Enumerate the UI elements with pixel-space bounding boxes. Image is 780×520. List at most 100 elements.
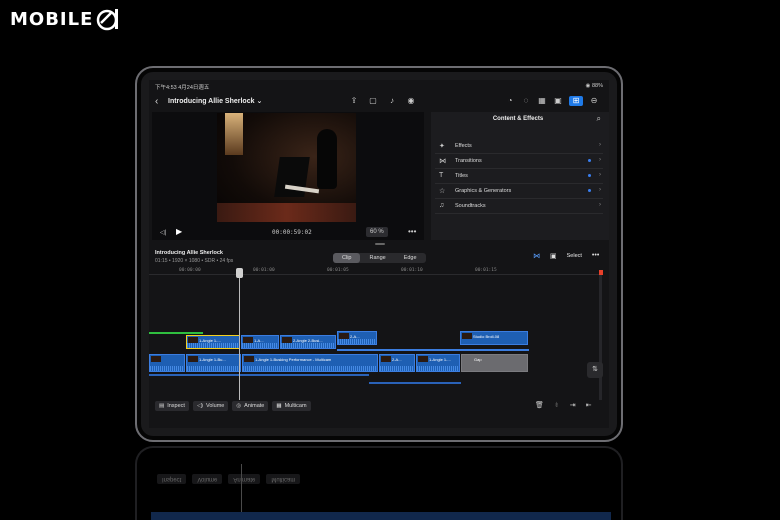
timeline-ruler[interactable]: 00:00:00 00:01:00 00:01:05 00:01:10 00:0… [149, 267, 601, 275]
detach-icon[interactable]: ⇥ [570, 401, 576, 409]
clip-label: 1-Angle 1-Busking Performance - Multicam [255, 357, 332, 362]
clip-gap[interactable]: Gap [461, 354, 528, 372]
multicam-button[interactable]: ▦ Multicam [272, 401, 311, 411]
clip-label: 1-Angle 1-Bu... [199, 357, 226, 362]
browser-icon[interactable]: ▦ [537, 96, 547, 106]
panel-item-transitions[interactable]: ⋈ Transitions › [435, 154, 603, 169]
clip-main-1[interactable]: 1-Angle 1-Bu... [186, 354, 241, 372]
multicam-icon: ▦ [276, 403, 282, 409]
clip-main-0[interactable] [149, 354, 185, 372]
mode-range[interactable]: Range [360, 253, 394, 263]
clip-thumbnail [188, 356, 198, 362]
clip-angle2[interactable]: 2-Angle 2-Busi... [280, 335, 336, 349]
clip-waveform [281, 343, 335, 348]
split-icon[interactable]: ⇟ [554, 401, 560, 409]
clip-thumbnail [418, 356, 428, 362]
logo-text: MOBILE [10, 8, 94, 30]
new-dot [588, 174, 591, 177]
photos-icon[interactable]: ▣ [553, 96, 563, 106]
audio-lane-line [369, 382, 461, 384]
back-icon[interactable]: ‹ [155, 96, 158, 107]
chevron-right-icon: › [599, 187, 601, 193]
chevron-right-icon: › [599, 142, 601, 148]
more-circle-icon[interactable]: ⊖ [589, 96, 599, 106]
audio-lane-line [149, 374, 369, 376]
color-icon[interactable]: ◌ [521, 96, 531, 106]
reflected-tools: Inspect Volume Animate Multicam [157, 474, 301, 484]
titles-icon: T [439, 172, 444, 179]
mode-edge[interactable]: Edge [395, 253, 426, 263]
clip-angle2-b[interactable]: 2-A... [337, 331, 377, 345]
chevron-right-icon: › [599, 172, 601, 178]
volume-button[interactable]: ◁) Volume [192, 401, 229, 411]
play-icon[interactable]: ▶ [176, 227, 182, 236]
ruler-label: 00:01:10 [401, 268, 423, 273]
reflected-track [151, 512, 611, 520]
panel-item-label: Titles [455, 173, 468, 179]
mode-clip[interactable]: Clip [333, 253, 361, 263]
logo-mark-icon [96, 7, 120, 31]
status-battery: ◉ 88% [585, 83, 603, 89]
tool-label: Inspect [167, 403, 185, 409]
resize-handle[interactable] [375, 243, 385, 245]
clip-label: 2-A... [392, 357, 402, 362]
timeline-scrollbar[interactable] [599, 270, 602, 400]
end-marker [599, 270, 603, 275]
playhead-knob[interactable] [236, 268, 243, 278]
clip-main-4[interactable]: 1-Angle 1-... [416, 354, 460, 372]
clip-appearance-icon[interactable]: ▣ [550, 252, 557, 260]
inspect-button[interactable]: ▤ Inspect [155, 401, 189, 411]
content-effects-icon[interactable]: ⊞ [569, 96, 583, 106]
share-icon[interactable]: ⇪ [349, 96, 359, 106]
snapping-icon[interactable]: ⋈ [533, 252, 540, 260]
panel-list: ✦ Effects › ⋈ Transitions › T Titles › ☆… [435, 139, 603, 214]
clip-waveform [243, 366, 377, 371]
clip-label: Studio Broll-08 [473, 334, 500, 339]
top-center-icons: ⇪ ▢ ♪ ◉ [349, 96, 416, 106]
timeline-info: Introducing Allie Sherlock 01:15 • 1920 … [155, 250, 233, 264]
clip-studio-broll[interactable]: Studio Broll-08 [460, 331, 528, 345]
clip-waveform [338, 339, 376, 344]
volume-icon: ◁) [196, 403, 203, 409]
timeline-project-name: Introducing Allie Sherlock [155, 250, 223, 256]
panel-item-graphics-generators[interactable]: ☆ Graphics & Generators › [435, 184, 603, 199]
navigate-icon[interactable]: ◉ [406, 96, 416, 106]
clip-waveform [242, 343, 278, 348]
trash-icon[interactable]: 🗑 [535, 401, 544, 409]
timeline-meta: 01:15 • 1920 × 1080 • SDR • 24 fps [155, 258, 234, 264]
select-button[interactable]: Select [567, 253, 582, 260]
clip-main-3[interactable]: 2-A... [379, 354, 415, 372]
panel-item-label: Effects [455, 143, 472, 149]
top-bar: ‹ Introducing Allie Sherlock ⌄ ⇪ ▢ ♪ ◉ ◔… [149, 94, 609, 110]
mic-icon[interactable]: ♪ [387, 96, 397, 106]
new-dot [588, 189, 591, 192]
project-title[interactable]: Introducing Allie Sherlock ⌄ [168, 97, 262, 105]
skip-back-icon[interactable]: ◁| [160, 229, 166, 236]
clip-main-2[interactable]: 1-Angle 1-Busking Performance - Multicam [242, 354, 378, 372]
playhead[interactable] [236, 268, 243, 400]
camera-icon[interactable]: ▢ [368, 96, 378, 106]
timeline-more-icon[interactable]: ••• [592, 252, 599, 260]
panel-item-effects[interactable]: ✦ Effects › [435, 139, 603, 154]
insert-icon[interactable]: ⇤ [586, 401, 592, 409]
video-lamp [225, 113, 243, 155]
bottom-right-tools: 🗑 ⇟ ⇥ ⇤ [535, 401, 592, 409]
title-chevron-icon: ⌄ [256, 98, 263, 105]
clip-angle1-b[interactable]: 1-A... [241, 335, 279, 349]
panel-item-titles[interactable]: T Titles › [435, 169, 603, 184]
timeline-right-controls: ⋈ ▣ Select ••• [533, 252, 599, 260]
expand-icon[interactable]: ⇅ [587, 362, 603, 378]
clip-waveform [150, 366, 184, 371]
reflected-volume: Volume [192, 474, 223, 484]
clip-angle1-upper[interactable]: 1-Angle 1-... [186, 335, 240, 349]
animate-button[interactable]: ◎ Animate [232, 401, 269, 411]
inspect-icon: ▤ [159, 403, 165, 409]
zoom-level[interactable]: 60 % [366, 227, 388, 237]
transitions-icon: ⋈ [439, 158, 446, 165]
viewer-more-icon[interactable]: ••• [408, 227, 416, 236]
search-icon[interactable]: ⌕ [597, 114, 601, 124]
speed-icon[interactable]: ◔ [505, 96, 515, 106]
panel-item-soundtracks[interactable]: ♫ Soundtracks › [435, 199, 603, 214]
clip-waveform [380, 366, 414, 371]
top-right-icons: ◔ ◌ ▦ ▣ ⊞ ⊖ [505, 96, 599, 106]
